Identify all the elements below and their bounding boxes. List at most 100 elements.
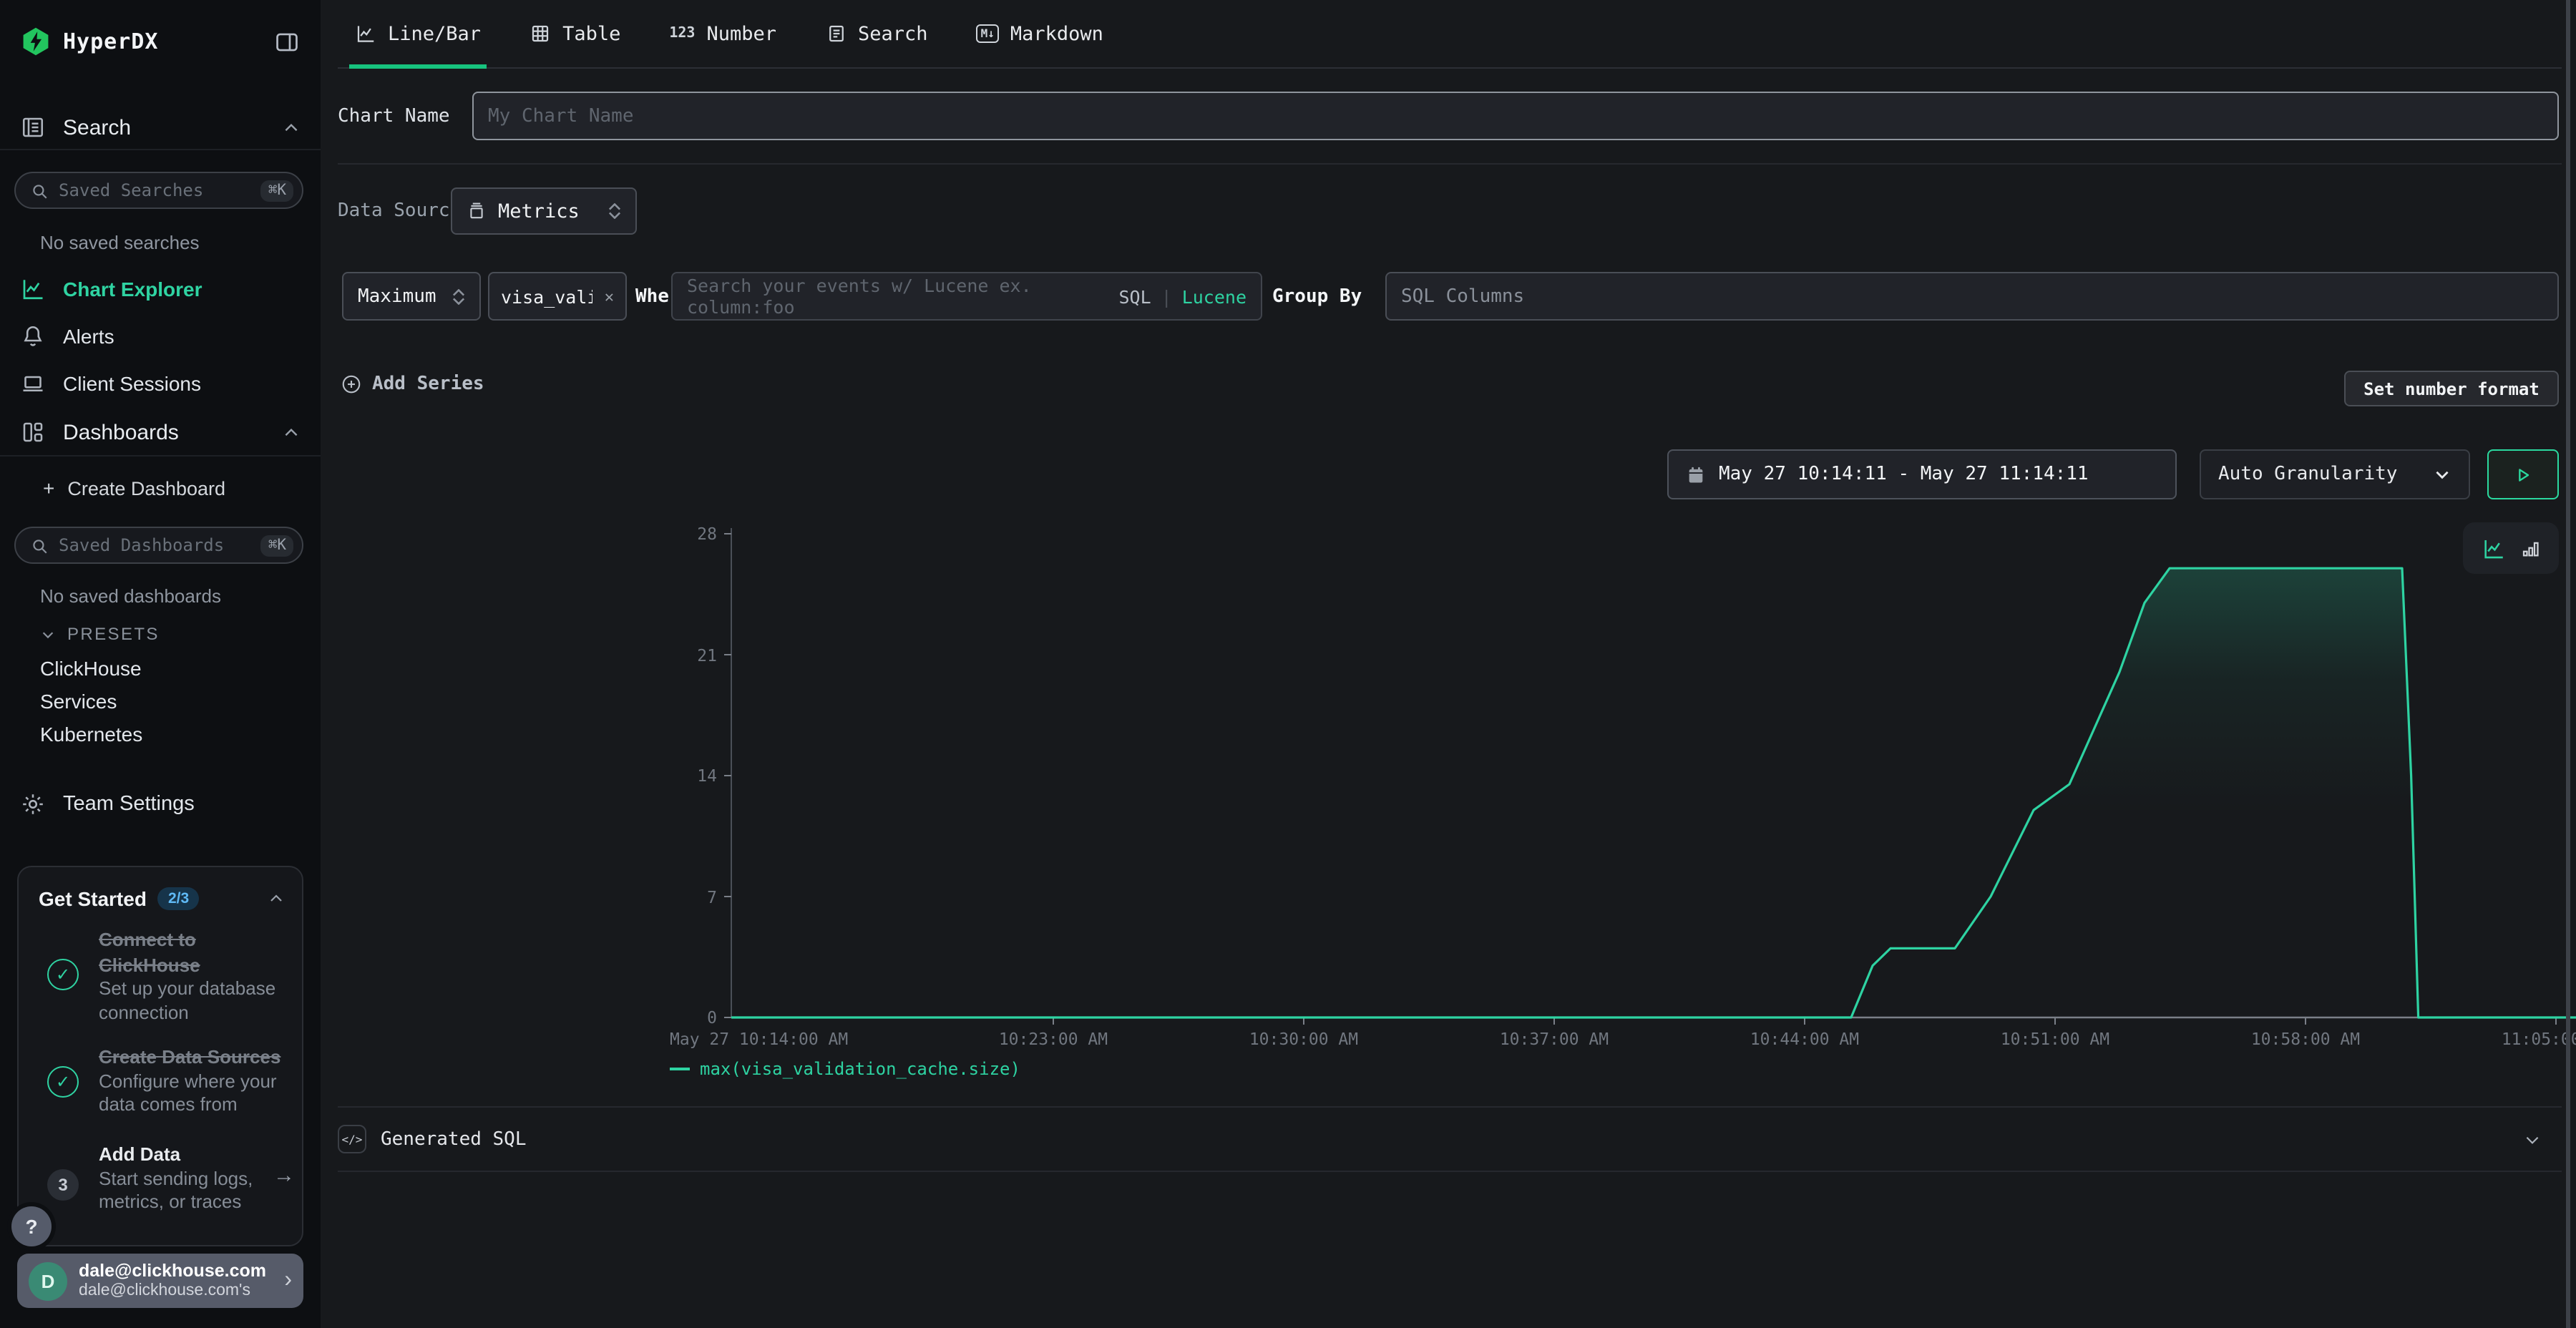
get-started-step-1[interactable]: Connect to ClickHouse Set up your databa… xyxy=(99,927,311,1026)
series-area-fill xyxy=(731,568,2576,1017)
tab-table[interactable]: Table xyxy=(524,0,626,67)
get-started-card: Get Started 2/3 ✓ Connect to ClickHouse … xyxy=(17,866,303,1246)
granularity-select[interactable]: Auto Granularity xyxy=(2200,449,2470,499)
avatar: D xyxy=(29,1261,67,1300)
sidebar-section-search[interactable]: Search xyxy=(0,107,321,147)
generated-sql-label: Generated SQL xyxy=(381,1128,527,1150)
date-range-value: May 27 10:14:11 - May 27 11:14:11 xyxy=(1719,464,2089,485)
y-axis-tick-label: 28 xyxy=(660,524,717,544)
step-title: Add Data xyxy=(99,1142,299,1167)
data-source-select[interactable]: Metrics xyxy=(451,187,637,235)
preset-item-clickhouse[interactable]: ClickHouse xyxy=(0,654,321,683)
calendar-icon xyxy=(1686,464,1706,484)
date-range-picker[interactable]: May 27 10:14:11 - May 27 11:14:11 xyxy=(1667,449,2177,499)
set-number-format-button[interactable]: Set number format xyxy=(2344,371,2559,406)
sql-toggle[interactable]: SQL xyxy=(1118,285,1151,307)
user-menu[interactable]: D dale@clickhouse.com dale@clickhouse.co… xyxy=(17,1254,303,1308)
group-by-placeholder: SQL Columns xyxy=(1401,285,1524,307)
brand-title: HyperDX xyxy=(63,29,158,54)
collapse-panel-icon[interactable] xyxy=(273,28,301,55)
query-language-toggle[interactable]: SQL | Lucene xyxy=(1118,285,1246,307)
tab-line-bar[interactable]: Line/Bar xyxy=(349,0,487,67)
sidebar-item-alerts[interactable]: Alerts xyxy=(0,319,321,353)
close-icon[interactable]: ✕ xyxy=(605,287,614,306)
select-chevrons-icon xyxy=(452,288,465,304)
main-content: Line/Bar Table 123 Number Search xyxy=(321,0,2576,1328)
presets-label: PRESETS xyxy=(67,624,160,644)
chevron-down-icon xyxy=(40,626,56,642)
saved-searches-input[interactable]: Saved Searches ⌘K xyxy=(14,172,303,209)
tab-search[interactable]: Search xyxy=(819,0,934,67)
tab-markdown[interactable]: M↓ Markdown xyxy=(971,0,1109,67)
create-dashboard-button[interactable]: + Create Dashboard xyxy=(0,474,321,502)
preset-item-kubernetes[interactable]: Kubernetes xyxy=(0,720,321,748)
y-axis-tick-label: 7 xyxy=(660,887,717,907)
chevron-up-icon xyxy=(282,118,301,137)
get-started-header[interactable]: Get Started 2/3 xyxy=(39,887,285,910)
tab-bar-divider xyxy=(338,67,2562,69)
search-icon xyxy=(30,181,49,200)
bell-icon xyxy=(20,323,46,349)
step-subtitle: Set up your database connection xyxy=(99,977,311,1026)
add-series-button[interactable]: Add Series xyxy=(341,374,484,395)
step-title: Create Data Sources xyxy=(99,1045,299,1070)
arrow-right-icon[interactable]: → xyxy=(273,1163,295,1188)
x-axis-tick-label: 11:05:00 AM xyxy=(2470,1029,2576,1049)
get-started-step-2[interactable]: Create Data Sources Configure where your… xyxy=(99,1045,311,1118)
group-by-input[interactable]: SQL Columns xyxy=(1385,272,2559,321)
scrollbar[interactable] xyxy=(2566,0,2570,1328)
legend-line-swatch xyxy=(670,1068,690,1070)
get-started-title: Get Started xyxy=(39,887,147,910)
aggregation-value: Maximum xyxy=(358,285,436,307)
presets-toggle[interactable]: PRESETS xyxy=(0,621,321,647)
table-icon xyxy=(530,23,551,44)
tab-number[interactable]: 123 Number xyxy=(663,0,782,67)
y-axis-tick-label: 21 xyxy=(660,645,717,665)
database-icon xyxy=(467,201,487,221)
chart-name-label: Chart Name xyxy=(338,106,450,127)
sidebar-item-client-sessions[interactable]: Client Sessions xyxy=(0,366,321,401)
sidebar-item-chart-explorer[interactable]: Chart Explorer xyxy=(0,272,321,306)
data-source-value: Metrics xyxy=(498,200,580,223)
sidebar-item-team-settings[interactable]: Team Settings xyxy=(0,787,321,821)
metric-tag-label: visa_validation_cach xyxy=(501,285,593,307)
no-saved-dashboards: No saved dashboards xyxy=(0,582,321,608)
step-subtitle: Configure where your data comes from xyxy=(99,1070,311,1118)
tab-label: Table xyxy=(562,22,620,45)
saved-dashboards-input[interactable]: Saved Dashboards ⌘K xyxy=(14,527,303,564)
gear-icon xyxy=(20,791,46,817)
preset-item-services[interactable]: Services xyxy=(0,687,321,716)
metric-field-tag[interactable]: visa_validation_cach ✕ xyxy=(488,272,627,321)
aggregation-select[interactable]: Maximum xyxy=(342,272,481,321)
generated-sql-toggle[interactable]: </> Generated SQL xyxy=(338,1108,2562,1171)
hyperdx-logo-icon xyxy=(20,26,52,57)
team-settings-label: Team Settings xyxy=(63,793,195,816)
sidebar-section-dashboards-label: Dashboards xyxy=(63,420,179,444)
saved-dashboards-placeholder: Saved Dashboards xyxy=(59,535,261,555)
number-123-icon: 123 xyxy=(669,26,695,42)
chart-name-input[interactable]: My Chart Name xyxy=(472,92,2559,140)
search-section-icon xyxy=(20,114,46,140)
play-icon xyxy=(2513,464,2533,484)
search-icon xyxy=(30,536,49,555)
shortcut-badge: ⌘K xyxy=(261,534,293,556)
x-axis-tick-label: 10:37:00 AM xyxy=(1468,1029,1640,1049)
user-email: dale@clickhouse.com xyxy=(79,1260,266,1281)
where-search-input[interactable]: Search your events w/ Lucene ex. column:… xyxy=(671,272,1262,321)
run-query-button[interactable] xyxy=(2487,449,2559,499)
chart-legend: max(visa_validation_cache.size) xyxy=(670,1059,1020,1079)
line-chart-icon xyxy=(355,23,376,44)
lucene-toggle[interactable]: Lucene xyxy=(1182,285,1246,307)
chart-canvas[interactable] xyxy=(717,519,2576,1043)
select-chevrons-icon xyxy=(608,203,621,219)
chevron-up-icon xyxy=(268,890,285,907)
chevron-down-icon xyxy=(2523,1130,2542,1148)
sidebar-item-label: Client Sessions xyxy=(63,372,201,395)
tab-label: Search xyxy=(858,22,928,45)
code-icon: </> xyxy=(338,1125,366,1153)
sidebar-section-dashboards[interactable]: Dashboards xyxy=(0,414,321,451)
shortcut-badge: ⌘K xyxy=(261,180,293,201)
legend-series-label: max(visa_validation_cache.size) xyxy=(700,1059,1020,1079)
brand-row: HyperDX xyxy=(0,17,321,66)
help-button[interactable]: ? xyxy=(11,1206,52,1246)
